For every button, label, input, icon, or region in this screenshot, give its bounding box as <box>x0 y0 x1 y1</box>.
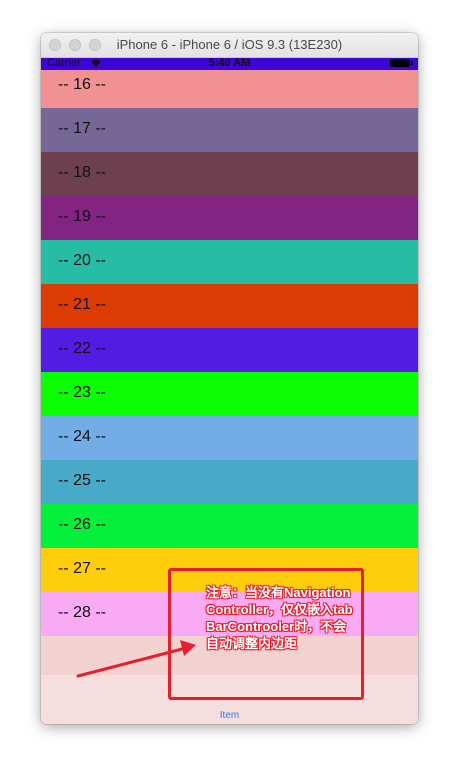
table-row[interactable]: -- 21 -- <box>41 284 418 328</box>
table-row[interactable]: -- 25 -- <box>41 460 418 504</box>
window-titlebar: iPhone 6 - iPhone 6 / iOS 9.3 (13E230) <box>41 33 418 58</box>
row-label: -- 23 -- <box>58 384 106 401</box>
table-row[interactable]: -- 23 -- <box>41 372 418 416</box>
row-label: -- 18 -- <box>58 164 106 181</box>
table-row[interactable]: -- 17 -- <box>41 108 418 152</box>
battery-icon <box>390 59 413 67</box>
row-label: -- 24 -- <box>58 428 106 445</box>
table-row[interactable]: -- 18 -- <box>41 152 418 196</box>
row-label: -- 26 -- <box>58 516 106 533</box>
table-row[interactable]: -- 20 -- <box>41 240 418 284</box>
row-label: -- 17 -- <box>58 120 106 137</box>
table-row[interactable]: -- 24 -- <box>41 416 418 460</box>
row-label: -- 28 -- <box>58 604 106 621</box>
table-row[interactable]: -- 16 -- <box>41 64 418 108</box>
row-label: -- 27 -- <box>58 560 106 577</box>
annotation-note: 注意：当没有NavigationController，仅仅嵌入tabBarCon… <box>206 585 353 651</box>
window-title: iPhone 6 - iPhone 6 / iOS 9.3 (13E230) <box>116 37 343 52</box>
row-label: -- 22 -- <box>58 340 106 357</box>
row-label: -- 21 -- <box>58 296 106 313</box>
tab-item[interactable]: Item <box>41 710 418 721</box>
row-label: -- 25 -- <box>58 472 106 489</box>
status-time: 5:40 AM <box>208 58 251 69</box>
row-label: -- 19 -- <box>58 208 106 225</box>
row-label: -- 16 -- <box>58 76 106 93</box>
row-label: -- 20 -- <box>58 252 106 269</box>
table-row[interactable]: -- 19 -- <box>41 196 418 240</box>
status-bar: Carrier 5:40 AM <box>41 58 418 70</box>
table-row[interactable]: -- 22 -- <box>41 328 418 372</box>
table-row[interactable]: -- 26 -- <box>41 504 418 548</box>
